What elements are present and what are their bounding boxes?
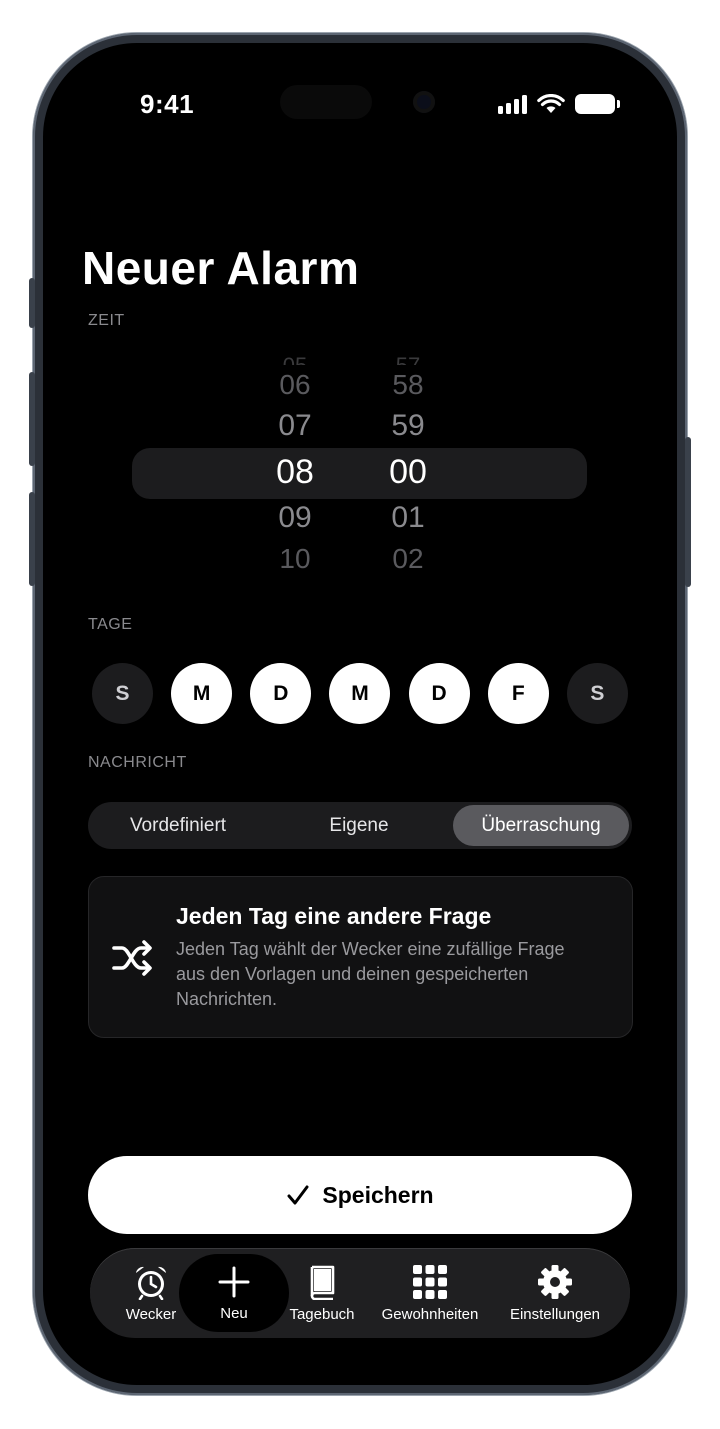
tab-new-label: Neu: [220, 1304, 248, 1322]
tab-settings[interactable]: Einstellungen: [495, 1248, 615, 1338]
day-toggle-tuesday[interactable]: D: [250, 663, 312, 724]
day-toggle-monday[interactable]: M: [171, 663, 233, 724]
day-toggle-sunday[interactable]: S: [92, 663, 153, 724]
save-button[interactable]: Speichern: [88, 1156, 632, 1234]
card-title: Jeden Tag eine andere Frage: [176, 903, 492, 929]
power-button: [685, 437, 691, 587]
day-toggle-wednesday[interactable]: M: [329, 663, 391, 724]
status-time: 9:41: [140, 89, 195, 119]
dynamic-island: [280, 85, 372, 119]
day-toggle-friday[interactable]: F: [487, 663, 549, 724]
tab-bar: Wecker Neu Tagebuch Gewohnheiten Einstel…: [90, 1248, 630, 1338]
action-button: [29, 278, 35, 328]
day-toggle-saturday[interactable]: S: [566, 663, 628, 724]
segment-custom[interactable]: Eigene: [269, 802, 449, 849]
checkmark-icon: [287, 1185, 309, 1205]
minute-option: 58: [392, 369, 424, 400]
minute-option: 02: [392, 543, 424, 574]
plus-icon: [218, 1266, 250, 1297]
tab-alarms-label: Wecker: [125, 1305, 177, 1323]
wifi-icon: [537, 94, 565, 113]
screen: 9:41 Neuer Alarm ZEIT 05 06 07 08 09 10 …: [43, 43, 677, 1385]
minute-wheel[interactable]: 57 58 59 00 01 02: [368, 353, 448, 583]
signal-icon: [498, 94, 527, 114]
minute-option-selected: 00: [389, 453, 427, 491]
hour-option: 05: [255, 353, 335, 365]
volume-up-button: [29, 372, 35, 466]
weekday-selector: S M D M D F S: [92, 663, 628, 724]
battery-icon: [575, 94, 620, 114]
time-section-label: ZEIT: [88, 312, 125, 329]
shuffle-icon: [112, 940, 152, 976]
volume-down-button: [29, 492, 35, 586]
hour-option: 10: [279, 543, 311, 574]
message-type-segmented-control: Vordefiniert Eigene Überraschung: [88, 802, 632, 849]
surprise-info-card: Jeden Tag eine andere Frage Jeden Tag wä…: [88, 876, 633, 1038]
camera-icon: [413, 91, 435, 113]
hour-option: 09: [278, 501, 312, 534]
tab-journal-label: Tagebuch: [289, 1305, 355, 1323]
tab-settings-label: Einstellungen: [509, 1305, 601, 1323]
tab-habits-label: Gewohnheiten: [381, 1305, 479, 1323]
segment-predefined[interactable]: Vordefiniert: [88, 802, 268, 849]
minute-option: 01: [391, 501, 425, 534]
segment-surprise[interactable]: Überraschung: [453, 805, 629, 846]
minute-option: 57: [368, 353, 448, 365]
picker-selection-highlight: [132, 448, 587, 499]
tab-alarms[interactable]: Wecker: [116, 1248, 186, 1338]
hour-option: 07: [278, 409, 312, 442]
day-toggle-thursday[interactable]: D: [408, 663, 470, 724]
gear-icon: [538, 1264, 572, 1299]
card-description: Jeden Tag wählt der Wecker eine zufällig…: [176, 939, 565, 1009]
hour-option-selected: 08: [276, 453, 314, 491]
book-icon: [310, 1265, 335, 1300]
tab-new[interactable]: Neu: [179, 1254, 289, 1332]
minute-option: 59: [391, 409, 425, 442]
message-section-label: NACHRICHT: [88, 754, 187, 771]
hour-wheel[interactable]: 05 06 07 08 09 10: [255, 353, 335, 583]
alarm-clock-icon: [136, 1266, 166, 1300]
tab-journal[interactable]: Tagebuch: [280, 1248, 364, 1338]
hour-option: 06: [279, 369, 311, 400]
status-bar: 9:41: [43, 43, 677, 163]
grid-icon: [413, 1264, 447, 1299]
status-icons: [498, 94, 620, 114]
days-section-label: TAGE: [88, 616, 133, 633]
save-button-label: Speichern: [322, 1181, 434, 1208]
tab-habits[interactable]: Gewohnheiten: [370, 1248, 490, 1338]
page-title: Neuer Alarm: [82, 242, 360, 294]
